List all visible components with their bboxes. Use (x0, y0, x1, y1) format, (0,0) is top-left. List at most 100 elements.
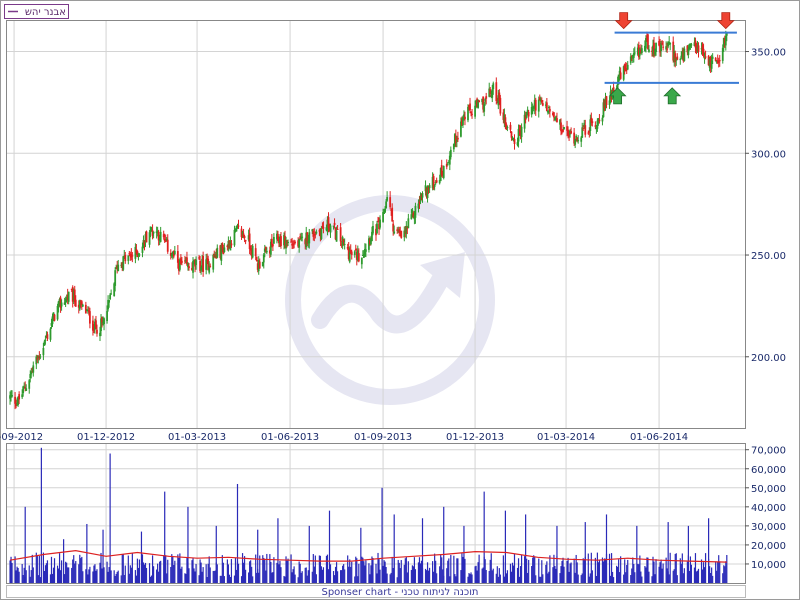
candle-body (131, 255, 134, 257)
candle-body (173, 250, 176, 255)
candle-body (485, 96, 488, 99)
volume-bar (577, 574, 579, 583)
x-tick-label: 01-06-2014 (630, 432, 688, 443)
volume-spike-bar (504, 510, 507, 583)
volume-bar (167, 559, 169, 583)
volume-spike-bar (360, 527, 362, 583)
volume-bar (18, 571, 20, 583)
candle-body (711, 56, 714, 59)
volume-bar (457, 558, 459, 583)
price-y-tick-label: 300.00 (751, 149, 786, 160)
volume-bar (655, 559, 657, 583)
volume-bar (591, 570, 593, 583)
candle-body (44, 339, 47, 341)
candle-body (725, 33, 728, 36)
candle-body (18, 394, 21, 400)
volume-spike-bar (63, 539, 65, 583)
volume-bar (570, 562, 572, 583)
volume-bar (117, 570, 119, 583)
candle-body (598, 119, 601, 122)
volume-bar (379, 569, 381, 583)
candle-body (591, 121, 594, 124)
candle-body (384, 208, 386, 213)
volume-bar (436, 573, 438, 583)
candle-body (376, 223, 378, 234)
candle-body (446, 164, 449, 166)
candle-body (662, 46, 665, 48)
volume-spike-bar (584, 522, 586, 583)
candle-body (280, 236, 282, 247)
candle-body (145, 231, 148, 243)
candle-body (360, 257, 363, 265)
candle-body (464, 116, 466, 120)
volume-bar (372, 558, 374, 583)
candle-body (435, 180, 438, 183)
candle-body (108, 300, 111, 303)
candle-body (449, 149, 452, 158)
x-tick-label: 01-09-2013 (354, 432, 412, 443)
candle-body (492, 83, 495, 90)
candle-body (633, 52, 636, 54)
candle-body (46, 334, 49, 340)
candle-body (428, 185, 431, 189)
volume-y-tick-label: 30,000 (751, 522, 786, 533)
candle-body (421, 193, 424, 198)
candle-body (350, 251, 353, 255)
volume-spike-bar (636, 525, 638, 583)
volume-bar (351, 561, 353, 583)
candle-body (605, 96, 608, 105)
volume-spike-bar (708, 518, 710, 583)
volume-bar (96, 569, 98, 583)
candle-body (527, 111, 530, 117)
volume-spike-bar (215, 525, 217, 583)
candle-body (294, 241, 297, 243)
volume-bar (535, 575, 537, 583)
candle-body (109, 294, 112, 300)
candle-body (357, 253, 360, 262)
candle-body (42, 347, 45, 356)
legend[interactable]: אבנר יהש (4, 4, 69, 19)
volume-bar (322, 567, 325, 583)
volume-bar (542, 574, 544, 583)
volume-bar (719, 561, 721, 583)
candle-body (343, 243, 346, 245)
volume-panel[interactable] (6, 443, 746, 584)
price-y-tick-label: 350.00 (751, 48, 786, 59)
candle-body (548, 108, 551, 112)
candle-body (124, 254, 127, 262)
candle-body (74, 299, 77, 307)
candle-body (391, 207, 394, 222)
volume-spike-bar (443, 506, 445, 583)
volume-bar (520, 554, 523, 583)
volume-y-tick-label: 40,000 (751, 503, 786, 514)
volume-spike-bar (109, 453, 111, 583)
candle-body (386, 197, 389, 201)
volume-bar (315, 574, 317, 583)
volume-spike-bar (86, 523, 88, 583)
volume-bar (11, 562, 13, 583)
volume-bar (676, 575, 678, 583)
volume-bar (428, 567, 431, 583)
candle-body (690, 44, 693, 46)
volume-spike-bar (40, 447, 42, 583)
volume-bar (365, 560, 367, 583)
volume-bar (46, 560, 49, 583)
x-tick-label: 01-09-2012 (0, 432, 43, 443)
candle-body (648, 49, 650, 52)
candle-body (676, 56, 679, 60)
candle-body (110, 293, 113, 295)
volume-spike-bar (393, 514, 395, 583)
candle-body (704, 56, 707, 58)
volume-bar (152, 566, 155, 583)
candle-body (322, 227, 325, 229)
candle-body (513, 138, 516, 144)
volume-spike-bar (236, 483, 239, 583)
x-tick-label: 01-06-2013 (261, 432, 319, 443)
candle-body (243, 236, 246, 239)
candle-body (223, 247, 226, 253)
footer: Sponser chart - תוכנה לניתוח טכני (6, 585, 746, 598)
volume-bar (627, 559, 629, 583)
candle-body (666, 48, 669, 50)
candle-body (718, 59, 721, 62)
candle-body (389, 197, 392, 208)
